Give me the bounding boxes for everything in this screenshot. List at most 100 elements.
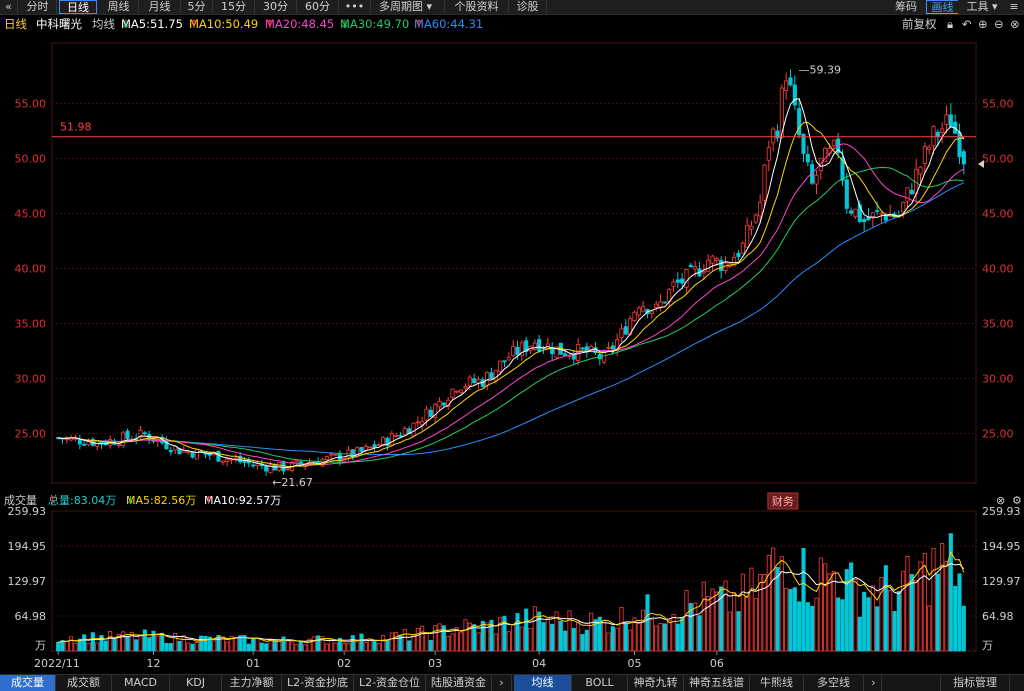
volume-bar xyxy=(402,628,407,652)
candle-body xyxy=(563,353,568,356)
volume-ma5-text: MA5:82.56万 xyxy=(126,494,197,507)
volume-bar xyxy=(472,624,477,652)
candle-body xyxy=(719,259,724,272)
candle-body xyxy=(675,279,680,283)
volume-tick-label-left: 194.95 xyxy=(8,540,47,553)
diagnose-button[interactable]: 诊股 xyxy=(509,0,547,14)
volume-bar xyxy=(775,567,780,652)
chips-button[interactable]: 筹码 xyxy=(886,0,926,14)
tools-dropdown[interactable]: 工具 ▾ xyxy=(960,0,1004,14)
close-volume-icon[interactable]: ⊗ xyxy=(996,492,1005,509)
stock-info-button[interactable]: 个股资料 xyxy=(445,0,509,14)
x-axis-label: 02 xyxy=(337,657,351,670)
tab-volume[interactable]: 成交量 xyxy=(0,675,56,691)
period-tab-15min[interactable]: 15分 xyxy=(213,0,255,14)
candle-body xyxy=(749,225,754,230)
volume-bar xyxy=(355,641,360,652)
volume-bar xyxy=(125,635,130,652)
tab-l2-position[interactable]: L2-资金仓位 xyxy=(354,675,426,691)
candle-body xyxy=(77,439,82,445)
volume-bar xyxy=(476,632,481,652)
volume-bar xyxy=(372,641,377,652)
candle-body xyxy=(784,80,789,92)
volume-bar xyxy=(251,637,256,652)
tab-magic-five[interactable]: 神奇五线谱 xyxy=(684,675,750,691)
volume-bar xyxy=(298,640,303,652)
volume-bar xyxy=(155,635,160,652)
volume-bar xyxy=(675,623,680,652)
zoom-in-icon[interactable]: ⊕ xyxy=(978,15,988,33)
period-tab-5min[interactable]: 5分 xyxy=(181,0,213,14)
draw-line-button[interactable]: 画线 xyxy=(926,0,958,14)
volume-bar xyxy=(753,598,758,652)
period-tab-weekly[interactable]: 周线 xyxy=(99,0,139,14)
volume-bar xyxy=(649,619,654,652)
close-icon[interactable]: ⊗ xyxy=(1010,15,1020,33)
volume-bar xyxy=(112,638,117,652)
settings-icon[interactable]: ⚙ xyxy=(1012,492,1022,509)
volume-bar xyxy=(827,573,832,652)
tab-turnover[interactable]: 成交额 xyxy=(56,675,112,691)
candle-body xyxy=(537,339,542,352)
candle-body xyxy=(359,447,364,452)
price-tick-label-right: 25.00 xyxy=(982,428,1014,441)
zoom-out-icon[interactable]: ⊖ xyxy=(994,15,1004,33)
candle-body xyxy=(957,131,962,158)
lock-icon[interactable]: 🔒︎ xyxy=(947,15,953,33)
volume-title: 成交量 xyxy=(4,494,37,507)
tab-l2-bottom[interactable]: L2-资金抄底 xyxy=(282,675,354,691)
menu-button[interactable]: ≡ xyxy=(1004,0,1024,14)
candle-body xyxy=(463,385,468,389)
tabs-next-button-2[interactable]: › xyxy=(866,675,882,691)
volume-bar xyxy=(506,631,511,652)
arrow-up-icon: ↑ xyxy=(48,494,58,507)
volume-bar xyxy=(545,618,550,652)
candle-body xyxy=(285,468,290,471)
volume-bar xyxy=(420,625,425,652)
period-tab-monthly[interactable]: 月线 xyxy=(139,0,181,14)
price-tick-label-left: 45.00 xyxy=(15,208,47,221)
candle-body xyxy=(82,443,87,446)
x-axis-label: 06 xyxy=(710,657,724,670)
back-button[interactable]: « xyxy=(0,0,18,14)
tab-macd[interactable]: MACD xyxy=(112,675,170,691)
kline-chart[interactable]: 55.00 55.00 50.00 50.00 45.00 45.00 40.00 40.00… xyxy=(0,33,1024,674)
candle-body xyxy=(602,351,607,363)
multi-period-dropdown[interactable]: 多周期图 ▾ xyxy=(371,0,445,14)
tab-kdj[interactable]: KDJ xyxy=(170,675,222,691)
tab-bull-bear[interactable]: 牛熊线 xyxy=(750,675,804,691)
period-tab-30min[interactable]: 30分 xyxy=(255,0,297,14)
volume-bar xyxy=(706,596,711,652)
indicator-manage-button[interactable]: 指标管理 xyxy=(940,675,1010,691)
tabs-next-button[interactable]: › xyxy=(492,675,512,691)
tab-boll[interactable]: BOLL xyxy=(572,675,628,691)
tab-long-short[interactable]: 多空线 xyxy=(804,675,864,691)
volume-bar xyxy=(519,626,524,652)
volume-tick-label-right: 129.97 xyxy=(982,575,1021,588)
arrow-down-icon: ↓ xyxy=(121,17,131,31)
volume-bar xyxy=(615,627,620,652)
tab-main-net[interactable]: 主力净额 xyxy=(222,675,282,691)
period-tab-daily[interactable]: 日线 xyxy=(59,0,97,14)
volume-total-text: 总量:83.04万 xyxy=(48,494,117,507)
arrow-down-icon: ↓ xyxy=(340,17,350,31)
candle-body xyxy=(264,465,269,472)
volume-bar xyxy=(914,579,919,652)
volume-bar xyxy=(281,636,286,652)
candle-body xyxy=(363,445,368,451)
undo-icon[interactable]: ↶ xyxy=(962,15,972,33)
ma10-text: MA10:50.49 xyxy=(189,17,259,31)
tab-ma[interactable]: 均线 xyxy=(514,675,572,691)
period-tab-60min[interactable]: 60分 xyxy=(297,0,339,14)
volume-bar xyxy=(584,629,589,652)
more-periods-button[interactable]: ••• xyxy=(339,0,371,14)
period-tab-minute[interactable]: 分时 xyxy=(19,0,57,14)
tab-magic-nine[interactable]: 神奇九转 xyxy=(628,675,684,691)
tab-northbound[interactable]: 陆股通资金 xyxy=(426,675,492,691)
candle-body xyxy=(402,428,407,436)
arrow-up-icon: ↑ xyxy=(265,17,275,31)
volume-bar xyxy=(905,555,910,652)
stock-name: 中科曙光 xyxy=(36,17,82,31)
ma-label[interactable]: 均线 xyxy=(92,15,115,33)
volume-bar xyxy=(233,637,238,652)
